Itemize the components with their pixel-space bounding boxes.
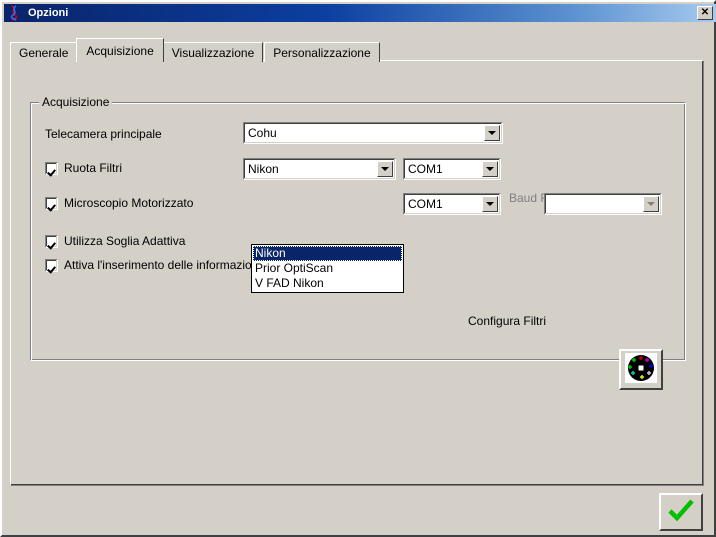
tab-visualizzazione[interactable]: Visualizzazione — [162, 42, 264, 62]
dropdown-item-prior-optiscan[interactable]: Prior OptiScan — [253, 261, 402, 276]
combo-value: Cohu — [248, 127, 277, 139]
combo-baud-rate[interactable] — [544, 193, 662, 215]
checkbox-label: Ruota Filtri — [64, 161, 123, 175]
checkbox-microscopio-motorizzato[interactable]: Microscopio Motorizzato — [45, 196, 193, 210]
combo-microscopio-port[interactable]: COM1 — [403, 193, 501, 215]
dropdown-list-ruota-filtri[interactable]: Nikon Prior OptiScan V FAD Nikon — [251, 244, 404, 293]
combo-ruota-filtri-port[interactable]: COM1 — [403, 158, 501, 180]
tab-label: Personalizzazione — [273, 45, 371, 60]
dropdown-item-v-fad-nikon[interactable]: V FAD Nikon — [253, 276, 402, 291]
tab-label: Visualizzazione — [171, 45, 255, 60]
chevron-down-icon[interactable] — [484, 125, 500, 141]
configura-filtri-button[interactable] — [619, 349, 663, 390]
chevron-down-icon[interactable] — [377, 161, 393, 177]
checkbox-label: Microscopio Motorizzato — [64, 196, 194, 210]
checkbox-label: Utilizza Soglia Adattiva — [64, 234, 186, 248]
chevron-down-icon[interactable] — [482, 161, 498, 177]
combo-value: COM1 — [408, 163, 443, 175]
window-title: Opzioni — [28, 7, 69, 19]
combo-ruota-filtri-device[interactable]: Nikon — [243, 158, 396, 180]
tab-page-acquisizione: Acquisizione Telecamera principale Cohu … — [10, 60, 704, 486]
checkbox-icon[interactable] — [45, 258, 58, 272]
chevron-down-icon[interactable] — [482, 196, 498, 212]
chevron-down-icon[interactable] — [643, 196, 659, 212]
checkbox-icon[interactable] — [45, 161, 58, 175]
tab-label: Acquisizione — [86, 43, 154, 58]
tab-acquisizione[interactable]: Acquisizione — [76, 38, 164, 62]
checkbox-icon[interactable] — [45, 234, 58, 248]
dna-helix-icon — [7, 5, 23, 21]
filter-wheel-icon — [625, 353, 657, 386]
checkbox-ruota-filtri[interactable]: Ruota Filtri — [45, 161, 122, 175]
tab-strip: Generale Acquisizione Visualizzazione Pe… — [10, 38, 381, 62]
tab-generale[interactable]: Generale — [10, 42, 78, 62]
label-configura-filtri: Configura Filtri — [468, 314, 547, 328]
label-telecamera-principale: Telecamera principale — [45, 127, 162, 141]
green-checkmark-icon — [666, 498, 696, 527]
title-bar: Opzioni ✕ — [4, 4, 716, 22]
combo-value: COM1 — [408, 198, 443, 210]
combo-telecamera-principale[interactable]: Cohu — [243, 122, 503, 144]
checkbox-utilizza-soglia-adattiva[interactable]: Utilizza Soglia Adattiva — [45, 234, 185, 248]
groupbox-title: Acquisizione — [39, 95, 113, 109]
tab-personalizzazione[interactable]: Personalizzazione — [264, 42, 380, 62]
ok-button[interactable] — [659, 493, 703, 531]
tab-label: Generale — [19, 45, 69, 60]
checkbox-icon[interactable] — [45, 196, 58, 210]
options-dialog-window: Opzioni ✕ Generale Acquisizione Visualiz… — [0, 0, 716, 537]
close-icon[interactable]: ✕ — [697, 6, 713, 20]
dropdown-item-nikon[interactable]: Nikon — [253, 246, 402, 261]
combo-value: Nikon — [248, 163, 279, 175]
